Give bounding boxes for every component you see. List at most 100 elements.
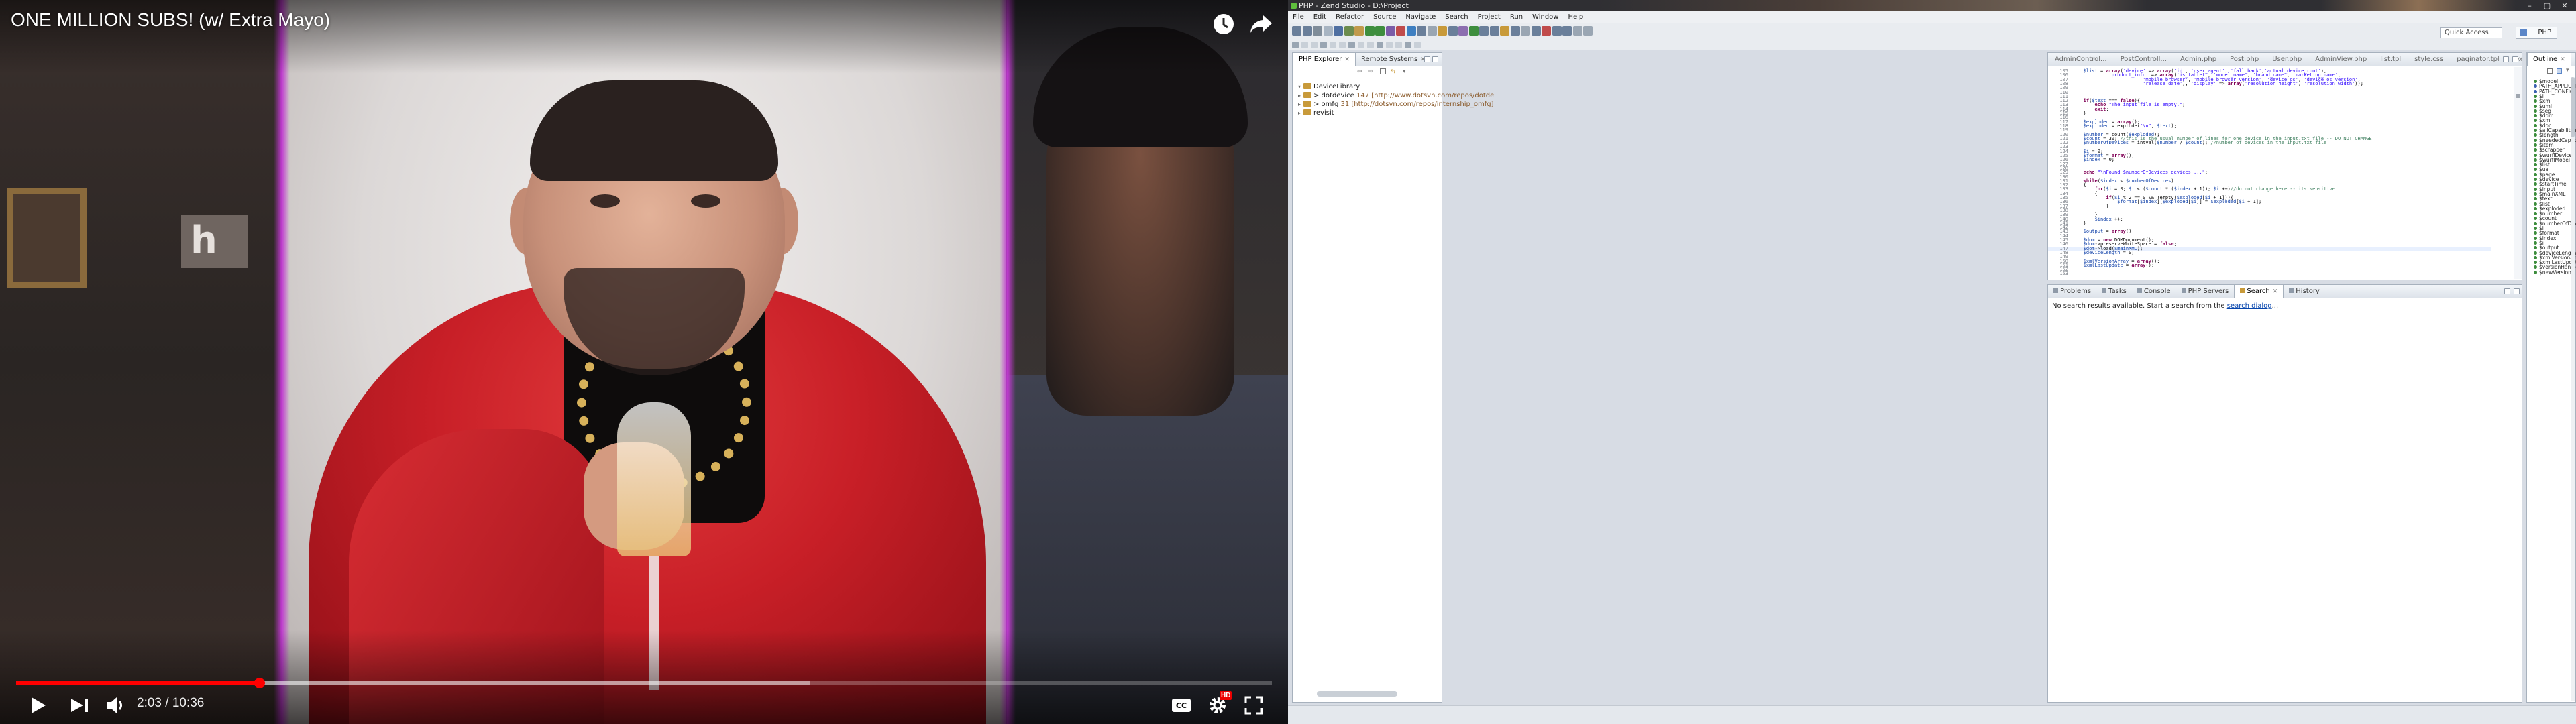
explorer-maximize-icon[interactable] <box>1432 56 1438 62</box>
toolbar-icon[interactable] <box>1531 26 1541 36</box>
bottom-tab-history[interactable]: History <box>2284 285 2325 298</box>
filter-icon[interactable] <box>2557 68 2562 74</box>
outline-tab-close-icon[interactable]: ✕ <box>2560 56 2565 63</box>
menu-item-window[interactable]: Window <box>1527 11 1563 23</box>
toolbar-icon[interactable] <box>1354 26 1364 36</box>
explorer-tab[interactable]: Remote Systems ✕ <box>1356 53 1431 66</box>
toolbar-icon-row2[interactable] <box>1386 42 1393 48</box>
bottom-tab-search[interactable]: Search ✕ <box>2234 285 2284 298</box>
menu-item-edit[interactable]: Edit <box>1309 11 1331 23</box>
collapse-all-icon[interactable] <box>1380 68 1386 74</box>
toolbar-icon-row2[interactable] <box>1301 42 1308 48</box>
outline-item[interactable]: $newVersion <box>2534 269 2571 276</box>
bottom-tab-console[interactable]: Console <box>2132 285 2176 298</box>
play-button[interactable] <box>20 689 56 721</box>
toolbar-icon[interactable] <box>1323 26 1333 36</box>
menu-item-run[interactable]: Run <box>1505 11 1527 23</box>
bottom-tab-problems[interactable]: Problems <box>2048 285 2096 298</box>
toolbar-icon[interactable] <box>1396 26 1405 36</box>
watch-later-button[interactable] <box>1209 9 1238 39</box>
toolbar-icon[interactable] <box>1500 26 1509 36</box>
tree-item[interactable]: ▸ > dotdevice 147 [http://www.dotsvn.com/… <box>1298 91 1494 101</box>
explorer-minimize-icon[interactable] <box>1424 56 1430 62</box>
toolbar-icon-row2[interactable] <box>1395 42 1402 48</box>
expand-arrow-icon[interactable]: ▾ <box>1298 82 1303 92</box>
progress-bar[interactable] <box>16 678 1272 688</box>
bottom-minimize-icon[interactable] <box>2504 288 2510 294</box>
toolbar-icon[interactable] <box>1302 26 1312 36</box>
tree-item[interactable]: ▸ revisit <box>1298 109 1334 118</box>
bottom-tab-php-servers[interactable]: PHP Servers <box>2176 285 2235 298</box>
menu-item-help[interactable]: Help <box>1563 11 1588 23</box>
menu-item-project[interactable]: Project <box>1473 11 1505 23</box>
toolbar-icon[interactable] <box>1489 26 1499 36</box>
editor-minimize-icon[interactable] <box>2503 56 2509 62</box>
link-editor-icon[interactable]: ⇆ <box>1391 68 1396 75</box>
mute-button[interactable] <box>98 689 134 721</box>
minimize-icon[interactable]: – <box>2521 1 2538 11</box>
collapse-arrow-icon[interactable]: ▸ <box>1298 91 1303 101</box>
search-dialog-link[interactable]: search dialog <box>2227 302 2272 310</box>
editor-overview-ruler[interactable] <box>2514 67 2522 279</box>
toolbar-icon-row2[interactable] <box>1405 42 1411 48</box>
code-editor[interactable]: 105 $list = array('device' => array('id'… <box>2048 66 2491 280</box>
toolbar-icon-row2[interactable] <box>1292 42 1299 48</box>
back-arrow-icon[interactable]: ⇦ <box>1357 68 1362 75</box>
toolbar-icon[interactable] <box>1542 26 1551 36</box>
toolbar-icon[interactable] <box>1479 26 1489 36</box>
video-player[interactable]: h ONE MILLION SUBS! (w/ Extra Mayo) 2:03… <box>0 0 1288 724</box>
tree-item[interactable]: ▸ > omfg 31 [http://dotsvn.com/repos/inte… <box>1298 100 1494 109</box>
toolbar-icon-row2[interactable] <box>1377 42 1383 48</box>
editor-tab[interactable]: AdminView.php <box>2308 53 2373 66</box>
editor-tab[interactable]: PostControll... <box>2114 53 2174 66</box>
menu-item-file[interactable]: File <box>1288 11 1309 23</box>
toolbar-icon[interactable] <box>1385 26 1395 36</box>
toolbar-icon-row2[interactable] <box>1311 42 1318 48</box>
toolbar-icon[interactable] <box>1458 26 1468 36</box>
outline-tab[interactable]: Outline ✕ <box>2527 53 2571 66</box>
php-perspective-button[interactable]: PHP <box>2516 27 2557 39</box>
bottom-tab-tasks[interactable]: Tasks <box>2096 285 2132 298</box>
toolbar-icon[interactable] <box>1448 26 1458 36</box>
toolbar-icon[interactable] <box>1364 26 1375 36</box>
outline-scrollbar[interactable] <box>2571 77 2575 701</box>
share-button[interactable] <box>1246 9 1276 39</box>
outline-scroll-thumb[interactable] <box>2571 77 2575 137</box>
collapse-arrow-icon[interactable]: ▸ <box>1298 100 1303 109</box>
forward-arrow-icon[interactable]: ⇨ <box>1368 68 1373 75</box>
menu-item-source[interactable]: Source <box>1368 11 1401 23</box>
editor-tab[interactable]: list.tpl <box>2373 53 2408 66</box>
toolbar-icon-row2[interactable] <box>1339 42 1346 48</box>
editor-tab[interactable]: style.css <box>2408 53 2450 66</box>
editor-tab[interactable]: paginator.tpl <box>2450 53 2506 66</box>
toolbar-icon[interactable] <box>1427 26 1437 36</box>
editor-tab[interactable]: AdminControl... <box>2048 53 2114 66</box>
toolbar-icon[interactable] <box>1583 26 1593 36</box>
toolbar-icon[interactable] <box>1552 26 1562 36</box>
toolbar-icon[interactable] <box>1417 26 1426 36</box>
toolbar-icon[interactable] <box>1292 26 1301 36</box>
toolbar-icon[interactable] <box>1375 26 1385 36</box>
fullscreen-button[interactable] <box>1236 689 1272 721</box>
bottom-maximize-icon[interactable] <box>2514 288 2520 294</box>
toolbar-icon[interactable] <box>1438 26 1447 36</box>
editor-tab[interactable]: Post.php <box>2223 53 2265 66</box>
toolbar-icon-row2[interactable] <box>1330 42 1336 48</box>
tab-close-icon[interactable]: ✕ <box>2273 288 2278 295</box>
toolbar-icon-row2[interactable] <box>1348 42 1355 48</box>
code-line[interactable]: 153 <box>2048 272 2491 277</box>
editor-tab[interactable]: Admin.php <box>2174 53 2223 66</box>
collapse-arrow-icon[interactable]: ▸ <box>1298 109 1303 118</box>
toolbar-icon[interactable] <box>1468 26 1479 36</box>
toolbar-icon[interactable] <box>1344 26 1354 36</box>
quick-access-input[interactable]: Quick Access <box>2440 27 2502 38</box>
toolbar-icon[interactable] <box>1313 26 1322 36</box>
sort-icon[interactable] <box>2547 68 2553 74</box>
video-title[interactable]: ONE MILLION SUBS! (w/ Extra Mayo) <box>11 9 330 31</box>
maximize-icon[interactable]: ▢ <box>2538 1 2556 11</box>
editor-tab[interactable]: User.php <box>2265 53 2308 66</box>
menu-item-refactor[interactable]: Refactor <box>1331 11 1368 23</box>
code-area[interactable]: 105 $list = array('device' => array('id'… <box>2048 66 2491 280</box>
toolbar-icon[interactable] <box>1572 26 1582 36</box>
toolbar-icon[interactable] <box>1562 26 1572 36</box>
